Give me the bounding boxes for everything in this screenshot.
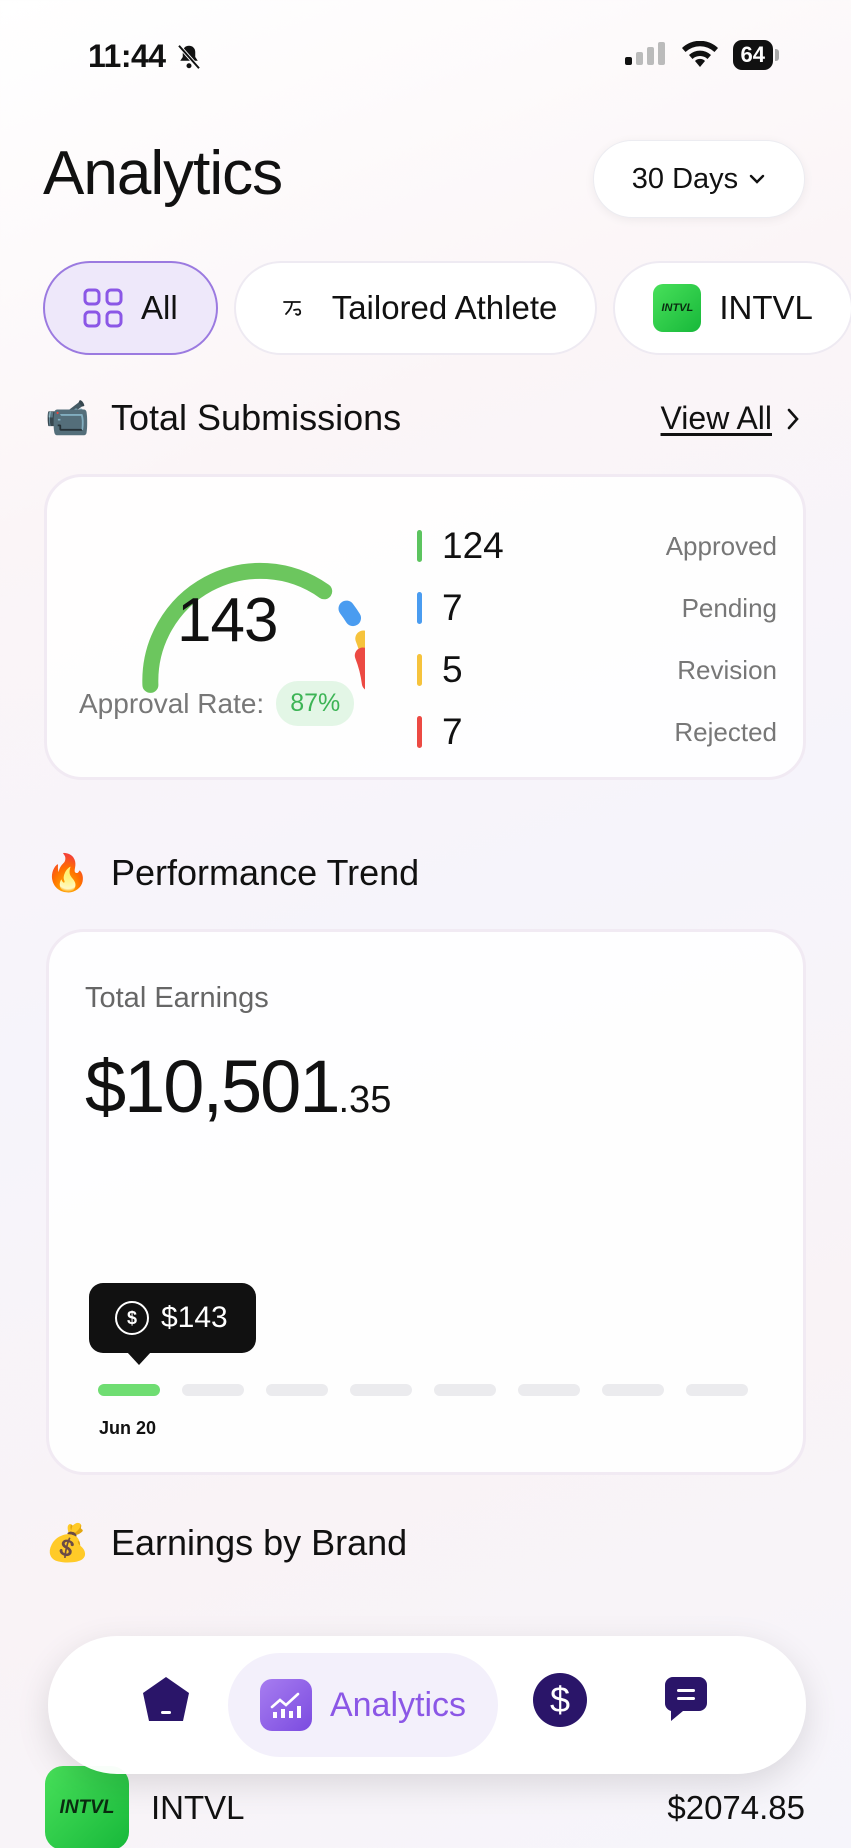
tooltip-value: $143: [161, 1301, 228, 1334]
stat-label: Approved: [665, 530, 777, 561]
money-bag-icon: 💰: [45, 1522, 90, 1563]
trend-date-label: Jun 20: [99, 1418, 157, 1438]
approval-rate: Approval Rate: 87%: [79, 681, 355, 726]
chevron-right-icon: [787, 408, 799, 429]
stat-row-approved: 124 Approved: [417, 515, 777, 577]
dollar-icon: $: [533, 1673, 587, 1727]
wifi-icon: [681, 41, 718, 67]
status-time: 11:44: [88, 38, 204, 75]
video-camera-icon: 📹: [45, 397, 90, 438]
earnings-brand-section-header: 💰 Earnings by Brand: [45, 1522, 407, 1564]
bell-muted-icon: [177, 44, 200, 69]
stat-label: Pending: [681, 592, 777, 623]
home-icon: [143, 1677, 189, 1721]
section-title: Performance Trend: [111, 852, 420, 893]
section-title: Total Submissions: [111, 397, 402, 438]
gauge-revision-arc: [355, 630, 365, 654]
pending-marker: [417, 592, 422, 624]
total-earnings-value: $10,501.35: [85, 1044, 391, 1129]
trend-bar[interactable]: [266, 1384, 328, 1396]
submission-stats: 124 Approved 7 Pending 5 Revision 7 Reje…: [417, 515, 777, 763]
stat-row-rejected: 7 Rejected: [417, 701, 777, 763]
trend-bar[interactable]: [518, 1384, 580, 1396]
status-indicators: 64: [624, 40, 780, 70]
stat-value: 7: [442, 587, 463, 628]
nav-earnings[interactable]: $: [532, 1672, 588, 1728]
stat-row-pending: 7 Pending: [417, 577, 777, 639]
gauge-rejected-arc: [354, 647, 365, 690]
stat-value: 7: [442, 711, 463, 752]
earnings-cents: .35: [338, 1079, 392, 1121]
nav-messages[interactable]: [658, 1672, 714, 1728]
trend-bars: [98, 1384, 748, 1396]
submissions-section-header: 📹 Total Submissions: [45, 397, 401, 439]
bottom-nav: Analytics $: [48, 1636, 806, 1774]
trend-bar[interactable]: [182, 1384, 244, 1396]
brand-earnings-row[interactable]: INTVL INTVL $2074.85: [45, 1766, 805, 1848]
clock-text: 11:44: [88, 38, 166, 74]
stat-value: 124: [442, 525, 504, 566]
nav-home[interactable]: [138, 1672, 194, 1728]
stat-label: Revision: [677, 654, 777, 685]
total-submissions-value: 143: [177, 586, 278, 655]
brand-filter-bar: All Tailored Athlete INTVL INTVL: [43, 261, 851, 355]
stat-value: 5: [442, 649, 463, 690]
filter-chip-intvl[interactable]: INTVL INTVL: [613, 261, 851, 355]
filter-chip-all[interactable]: All: [43, 261, 218, 355]
coins-icon: $: [115, 1301, 149, 1335]
date-range-dropdown[interactable]: 30 Days: [593, 140, 805, 218]
cellular-signal-icon: [624, 42, 665, 65]
analytics-chart-icon: [259, 1679, 312, 1731]
grid-icon: [83, 288, 123, 328]
trend-bar[interactable]: [434, 1384, 496, 1396]
view-all-link[interactable]: View All: [661, 400, 800, 437]
fire-icon: 🔥: [45, 852, 90, 893]
trend-bar[interactable]: [602, 1384, 664, 1396]
stat-row-revision: 5 Revision: [417, 639, 777, 701]
total-earnings-label: Total Earnings: [85, 982, 269, 1014]
trend-bar-selected[interactable]: [98, 1384, 160, 1396]
earnings-dollars: $10,501: [85, 1045, 340, 1128]
approval-rate-badge: 87%: [276, 681, 355, 726]
stat-label: Rejected: [674, 716, 777, 747]
revision-marker: [417, 654, 422, 686]
filter-chip-label: INTVL: [719, 289, 813, 326]
page-title: Analytics: [43, 139, 283, 208]
intvl-logo-icon: INTVL: [45, 1766, 129, 1848]
brand-amount: $2074.85: [667, 1789, 805, 1826]
nav-analytics-label: Analytics: [329, 1685, 467, 1724]
battery-indicator: 64: [732, 40, 780, 70]
performance-section-header: 🔥 Performance Trend: [45, 852, 419, 894]
performance-card: Total Earnings $10,501.35 $ $143 Jun 20: [46, 929, 806, 1475]
rejected-marker: [417, 716, 422, 748]
approval-rate-label: Approval Rate:: [79, 687, 265, 719]
message-icon: [664, 1677, 707, 1721]
battery-level: 64: [740, 42, 765, 67]
brand-name: INTVL: [151, 1789, 245, 1826]
trend-bar[interactable]: [686, 1384, 748, 1396]
view-all-label: View All: [660, 400, 772, 436]
submissions-card: 143 Approval Rate: 87% 124 Approved 7 Pe…: [44, 474, 806, 780]
gauge-pending-arc: [338, 600, 361, 627]
filter-chip-label: All: [141, 289, 178, 326]
chevron-down-icon: [749, 174, 765, 184]
earnings-tooltip: $ $143: [89, 1283, 256, 1365]
intvl-logo-icon: INTVL: [653, 284, 702, 332]
trend-bar[interactable]: [350, 1384, 412, 1396]
section-title: Earnings by Brand: [111, 1522, 408, 1563]
filter-chip-tailored-athlete[interactable]: Tailored Athlete: [233, 261, 598, 355]
filter-chip-label: Tailored Athlete: [331, 289, 558, 326]
tailored-athlete-logo-icon: [282, 301, 301, 316]
approved-marker: [417, 530, 422, 562]
date-range-label: 30 Days: [631, 162, 739, 195]
nav-analytics[interactable]: Analytics: [228, 1653, 498, 1757]
